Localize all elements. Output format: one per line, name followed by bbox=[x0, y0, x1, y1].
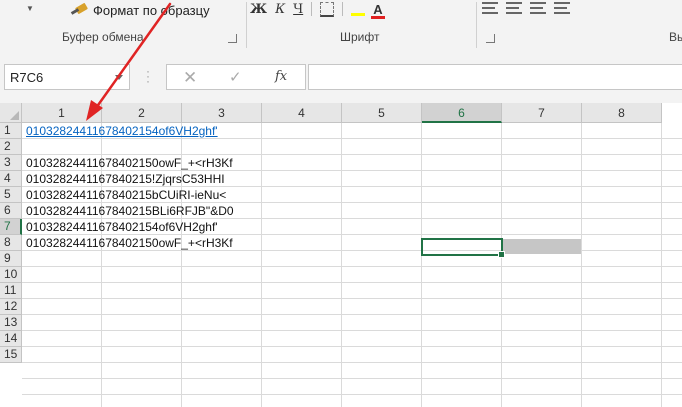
format-painter-label: Формат по образцу bbox=[93, 2, 210, 18]
font-toolbar: Ж К Ч A bbox=[250, 0, 386, 19]
paintbrush-icon bbox=[70, 3, 88, 17]
column-header-8[interactable]: 8 bbox=[582, 103, 662, 123]
group-separator bbox=[476, 2, 477, 48]
align-bottom-icon[interactable] bbox=[530, 2, 546, 14]
clipboard-dropdown-icon[interactable]: ▼ bbox=[26, 4, 34, 13]
row-header-3[interactable]: 3 bbox=[0, 155, 22, 171]
cell-area[interactable]: 01032824411678402154of6VH2ghf' 0103282441… bbox=[22, 123, 682, 407]
toolbar-divider bbox=[311, 2, 313, 16]
splitter-handle[interactable]: · · · bbox=[146, 65, 150, 87]
wrap-text-icon[interactable] bbox=[554, 2, 570, 14]
font-group-label: Шрифт bbox=[340, 30, 380, 44]
row-header-14[interactable]: 14 bbox=[0, 331, 22, 347]
row-header-9[interactable]: 9 bbox=[0, 251, 22, 267]
insert-function-button[interactable]: fx bbox=[275, 69, 287, 84]
row-header-12[interactable]: 12 bbox=[0, 299, 22, 315]
shaded-cell[interactable] bbox=[502, 239, 581, 254]
row-header-4[interactable]: 4 bbox=[0, 171, 22, 187]
column-header-5[interactable]: 5 bbox=[342, 103, 422, 123]
row-header-1[interactable]: 1 bbox=[0, 123, 22, 139]
cell-value[interactable]: 0103282441167840215!ZjqrsC53HHI bbox=[24, 171, 225, 187]
bold-button[interactable]: Ж bbox=[250, 2, 267, 17]
column-header-7[interactable]: 7 bbox=[502, 103, 582, 123]
clipboard-group-label: Буфер обмена bbox=[62, 30, 144, 44]
align-top-icon[interactable] bbox=[482, 2, 498, 14]
cell-value[interactable]: 01032824411678402150owF_+<rH3Kf bbox=[24, 155, 233, 171]
align-middle-icon[interactable] bbox=[506, 2, 522, 14]
alignment-toolbar bbox=[482, 2, 570, 14]
ribbon: ▼ Формат по образцу Ж К Ч A Буфер обмена… bbox=[0, 0, 682, 53]
cell-value[interactable]: 0103282441167840215bCUiRI-ieNu< bbox=[24, 187, 226, 203]
worksheet-grid: 12345678 1 2 3 4 5 6 7 8 9 10 11 12 13 14 15 010328244… bbox=[0, 103, 682, 407]
row-header-15[interactable]: 15 bbox=[0, 347, 22, 363]
row-header-6[interactable]: 6 bbox=[0, 203, 22, 219]
italic-button[interactable]: К bbox=[275, 2, 285, 17]
underline-button[interactable]: Ч bbox=[293, 2, 303, 17]
toolbar-divider bbox=[342, 2, 344, 16]
active-cell-selection[interactable] bbox=[421, 238, 505, 258]
styles-group-label: Вы bbox=[669, 30, 682, 44]
row-header-5[interactable]: 5 bbox=[0, 187, 22, 203]
column-header-2[interactable]: 2 bbox=[102, 103, 182, 123]
select-all-button[interactable] bbox=[0, 103, 22, 123]
fill-handle[interactable] bbox=[498, 251, 505, 258]
borders-icon[interactable] bbox=[320, 1, 335, 17]
row-header-8[interactable]: 8 bbox=[0, 235, 22, 251]
cell-value[interactable]: 01032824411678402154of6VH2ghf' bbox=[24, 219, 218, 235]
font-launcher-icon[interactable] bbox=[486, 34, 495, 43]
group-separator bbox=[246, 2, 247, 48]
fill-color-icon[interactable] bbox=[351, 2, 366, 16]
column-header-6[interactable]: 6 bbox=[422, 103, 502, 123]
cell-hyperlink[interactable]: 01032824411678402154of6VH2ghf' bbox=[24, 123, 218, 139]
clipboard-launcher-icon[interactable] bbox=[228, 34, 237, 43]
row-header-13[interactable]: 13 bbox=[0, 315, 22, 331]
column-header-4[interactable]: 4 bbox=[262, 103, 342, 123]
row-header-10[interactable]: 10 bbox=[0, 267, 22, 283]
row-header-2[interactable]: 2 bbox=[0, 139, 22, 155]
enter-icon[interactable]: ✓ bbox=[229, 68, 242, 86]
cell-value[interactable]: 0103282441167840215BLi6RFJB"&D0 bbox=[24, 203, 234, 219]
row-header-7[interactable]: 7 bbox=[0, 219, 22, 235]
column-header-1[interactable]: 1 bbox=[22, 103, 102, 123]
column-header-3[interactable]: 3 bbox=[182, 103, 262, 123]
formula-buttons: ✕ ✓ fx bbox=[166, 64, 306, 90]
font-color-icon[interactable]: A bbox=[371, 2, 386, 19]
name-box[interactable]: R7C6 bbox=[4, 64, 130, 90]
row-header-11[interactable]: 11 bbox=[0, 283, 22, 299]
formula-bar: R7C6 · · · ✕ ✓ fx bbox=[0, 52, 682, 103]
cell-value[interactable]: 01032824411678402150owF_+<rH3Kf bbox=[24, 235, 233, 251]
formula-input[interactable] bbox=[308, 64, 682, 90]
format-painter-button[interactable]: Формат по образцу bbox=[70, 0, 210, 20]
name-box-dropdown-icon[interactable] bbox=[115, 75, 123, 80]
name-box-value: R7C6 bbox=[10, 70, 44, 85]
cancel-icon[interactable]: ✕ bbox=[183, 68, 197, 88]
